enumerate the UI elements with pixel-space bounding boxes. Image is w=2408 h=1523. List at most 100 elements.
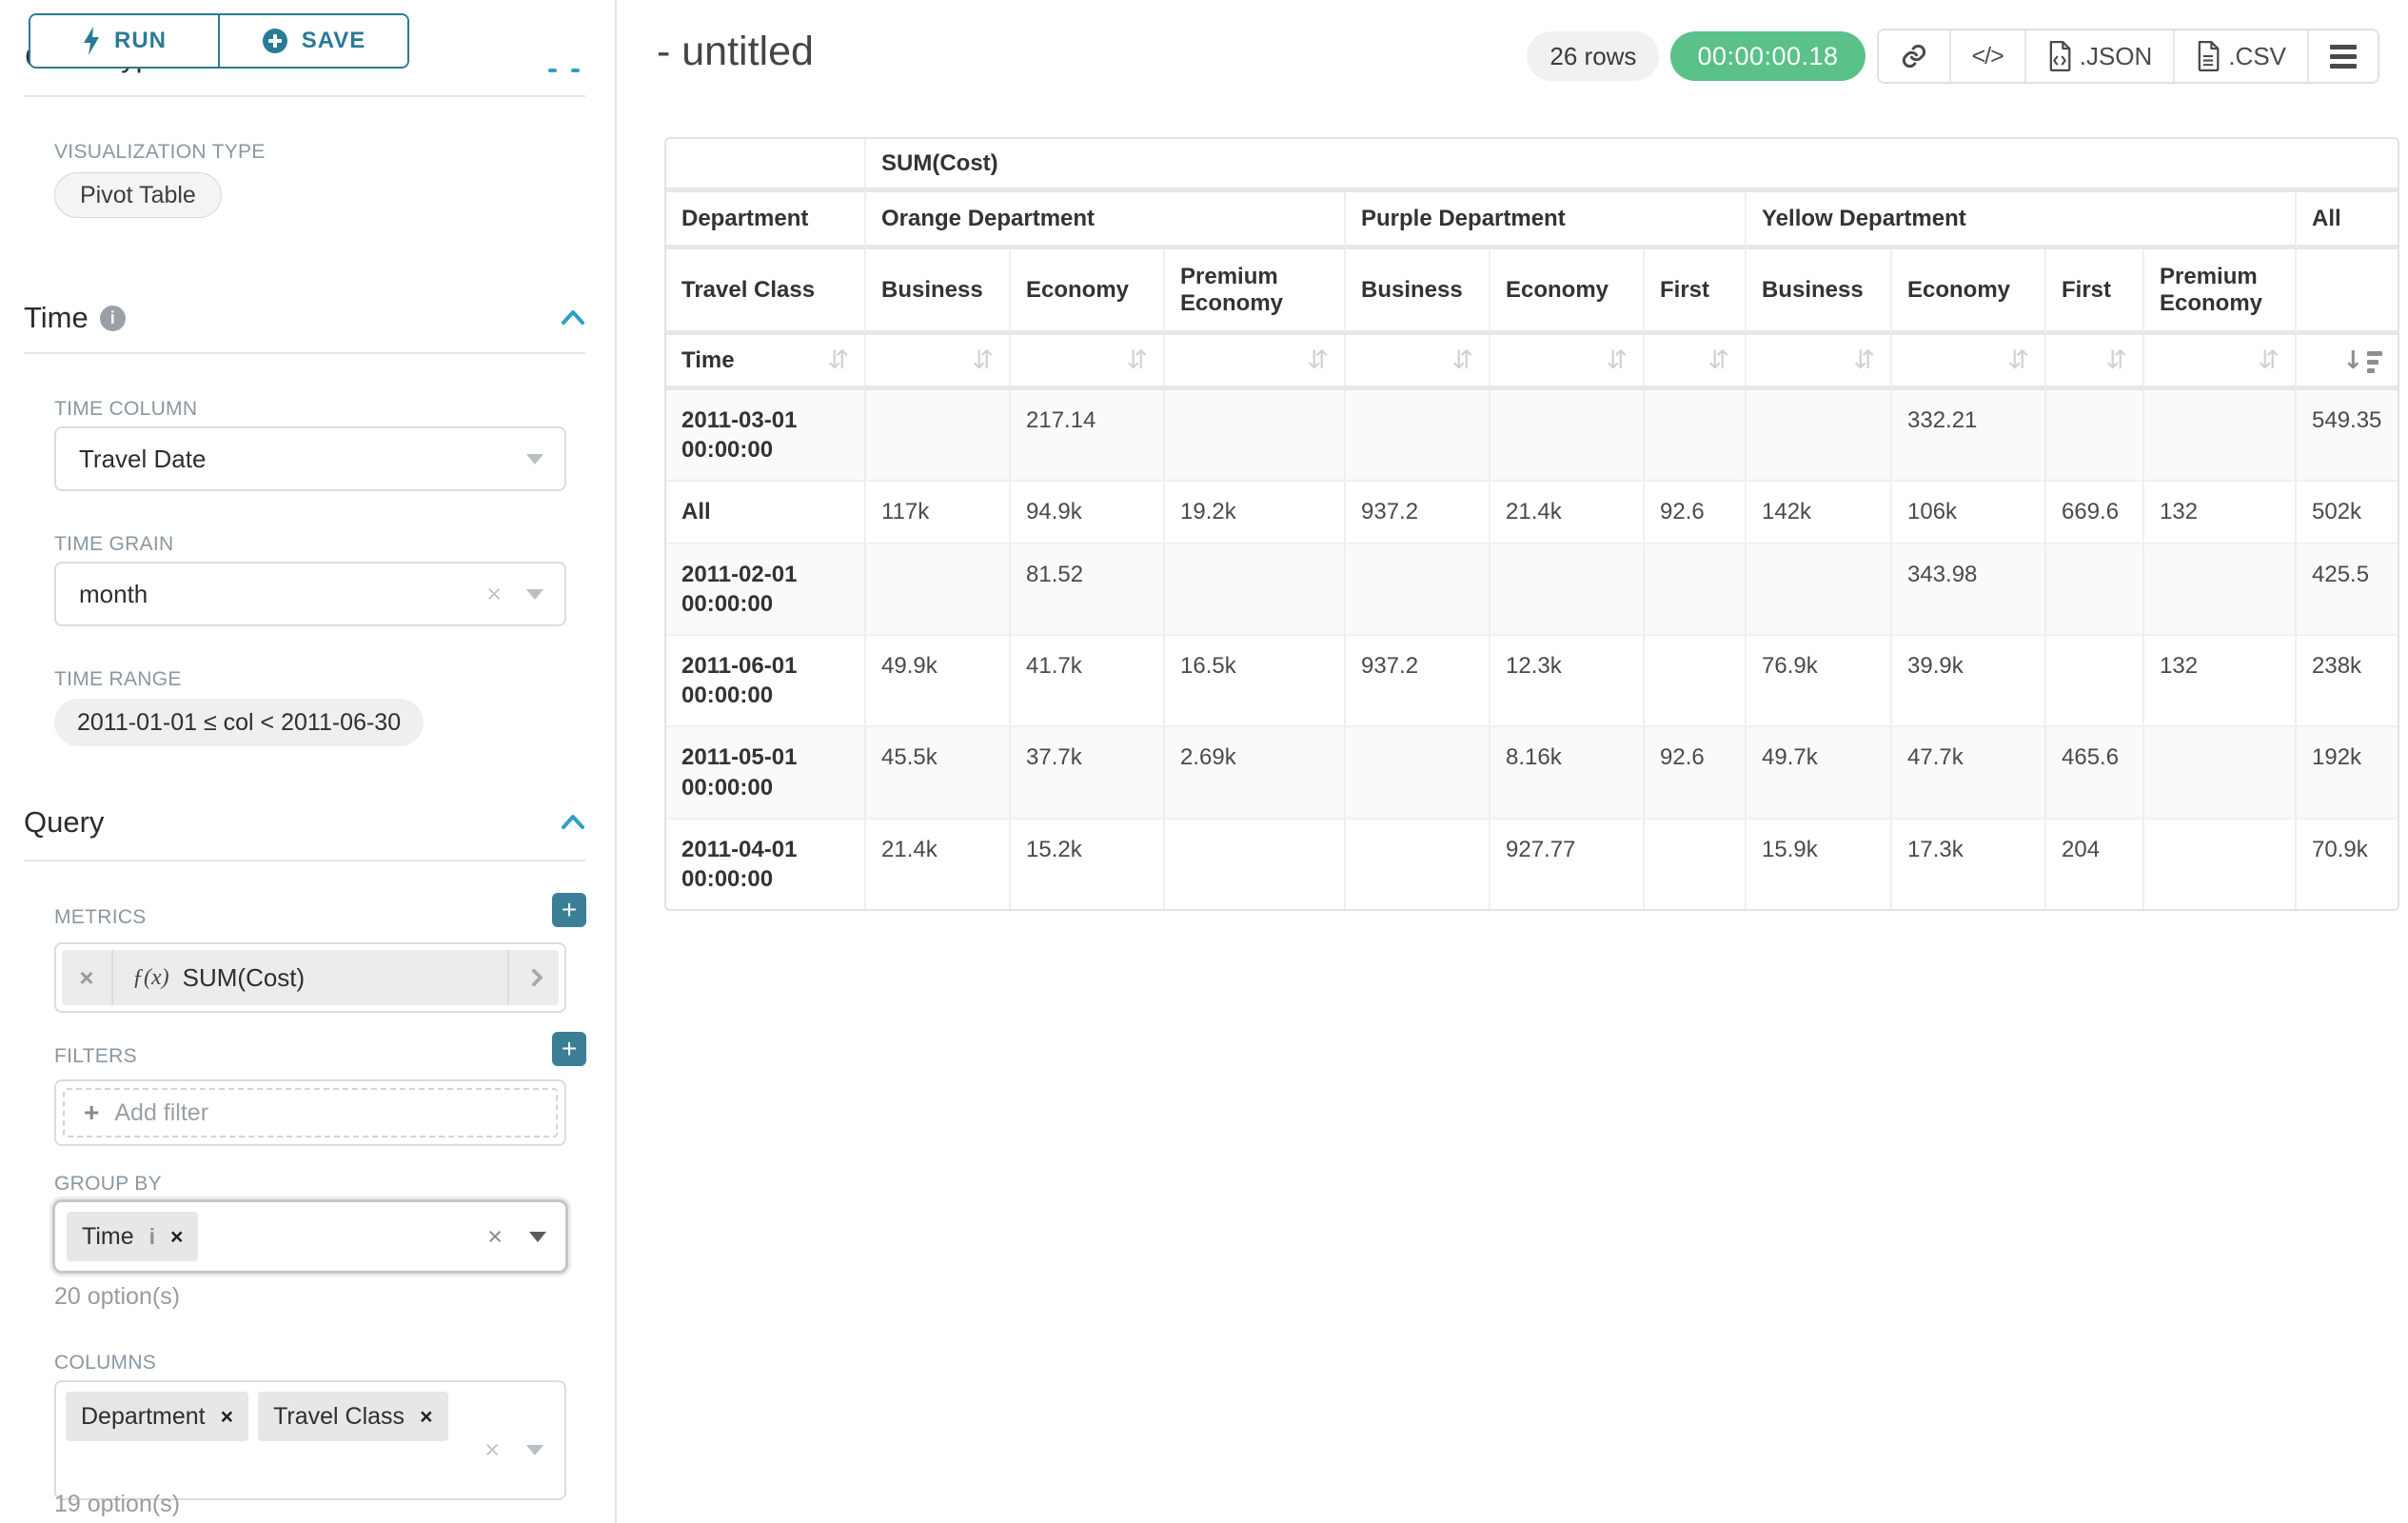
value-cell xyxy=(1645,636,1747,727)
result-toolbar: 26 rows 00:00:00.18 </> xyxy=(1527,29,2379,84)
time-column-select[interactable]: Travel Date xyxy=(54,426,566,491)
more-options-button[interactable] xyxy=(2309,30,2378,82)
link-icon xyxy=(1900,42,1928,70)
value-cell: 92.6 xyxy=(1645,482,1747,544)
column-sort-header[interactable]: ⇵ xyxy=(1892,335,2046,390)
value-cell xyxy=(2144,544,2297,636)
metric-chip[interactable]: × ƒ(x) SUM(Cost) xyxy=(62,950,559,1005)
value-cell: 238k xyxy=(2297,636,2398,727)
column-sort-header[interactable]: ⇵ xyxy=(1490,335,1645,390)
value-cell: 2.69k xyxy=(1165,727,1346,819)
export-csv-button[interactable]: .CSV xyxy=(2175,30,2309,82)
columns-chip[interactable]: Travel Class × xyxy=(258,1392,447,1441)
table-row: 2011-05-01 00:00:0045.5k37.7k2.69k8.16k9… xyxy=(666,727,2398,819)
column-sort-header[interactable]: ⇵ xyxy=(1645,335,1747,390)
add-filter-placeholder: Add filter xyxy=(114,1099,208,1127)
query-section-title: Query xyxy=(24,805,104,840)
filters-box: + Add filter xyxy=(54,1079,566,1146)
group-by-chip[interactable]: Time i × xyxy=(67,1212,198,1261)
clear-icon[interactable]: × xyxy=(486,582,502,607)
value-cell: 217.14 xyxy=(1011,390,1165,482)
divider xyxy=(24,95,585,97)
value-cell: 12.3k xyxy=(1490,636,1645,727)
table-row: 2011-04-01 00:00:0021.4k15.2k927.7715.9k… xyxy=(666,820,2398,909)
department-group-header: Purple Department xyxy=(1346,192,1747,249)
value-cell xyxy=(1165,544,1346,636)
value-cell: 425.5 xyxy=(2297,544,2398,636)
time-grain-select[interactable]: month × xyxy=(54,562,566,626)
embed-code-button[interactable]: </> xyxy=(1951,30,2026,82)
value-cell: 549.35 xyxy=(2297,390,2398,482)
travel-class-header: Economy xyxy=(1490,249,1645,335)
column-sort-header[interactable]: ⇵ xyxy=(1165,335,1346,390)
corner-cell xyxy=(666,139,866,192)
remove-metric-icon[interactable]: × xyxy=(62,950,113,1005)
department-group-header: Yellow Department xyxy=(1747,192,2297,249)
pivot-table-container: SUM(Cost)DepartmentOrange DepartmentPurp… xyxy=(664,137,2399,911)
chevron-up-icon[interactable] xyxy=(561,308,585,328)
export-json-button[interactable]: .JSON xyxy=(2026,30,2176,82)
add-metric-button[interactable]: + xyxy=(552,893,586,927)
value-cell: 39.9k xyxy=(1892,636,2046,727)
row-label-cell: 2011-05-01 00:00:00 xyxy=(666,727,866,819)
chevron-up-icon[interactable] xyxy=(561,813,585,833)
visualization-type-chip[interactable]: Pivot Table xyxy=(54,172,222,218)
clear-icon[interactable]: × xyxy=(487,1224,503,1250)
time-grain-label: TIME GRAIN xyxy=(54,533,174,556)
time-section-title: Time xyxy=(24,301,89,335)
value-cell: 132 xyxy=(2144,636,2297,727)
table-row: 2011-06-01 00:00:0049.9k41.7k16.5k937.21… xyxy=(666,636,2398,727)
circle-plus-icon xyxy=(262,28,288,54)
column-sort-header[interactable]: ⇵ xyxy=(1747,335,1892,390)
add-filter-button[interactable]: + xyxy=(552,1032,586,1066)
travel-class-header: First xyxy=(2046,249,2144,335)
chart-title[interactable]: - untitled xyxy=(657,29,814,75)
row-label-cell: 2011-03-01 00:00:00 xyxy=(666,390,866,482)
divider xyxy=(24,352,585,354)
columns-label: COLUMNS xyxy=(54,1352,156,1375)
travel-class-axis-label: Travel Class xyxy=(666,249,866,335)
column-sort-header[interactable]: ↓ xyxy=(2297,335,2398,390)
group-by-select[interactable]: Time i × × xyxy=(52,1199,568,1274)
value-cell: 19.2k xyxy=(1165,482,1346,544)
run-button[interactable]: RUN xyxy=(30,15,220,67)
info-icon[interactable]: i xyxy=(149,1224,155,1250)
remove-chip-icon[interactable]: × xyxy=(170,1224,183,1250)
time-sort-header[interactable]: Time⇵ xyxy=(666,335,866,390)
column-sort-header[interactable]: ⇵ xyxy=(1346,335,1490,390)
column-sort-header[interactable]: ⇵ xyxy=(866,335,1011,390)
row-label-cell: All xyxy=(666,482,866,544)
info-icon[interactable]: i xyxy=(100,306,126,331)
remove-chip-icon[interactable]: × xyxy=(420,1404,432,1430)
clear-icon[interactable]: × xyxy=(484,1437,500,1463)
value-cell: 106k xyxy=(1892,482,2046,544)
column-sort-header[interactable]: ⇵ xyxy=(1011,335,1165,390)
chevron-right-icon xyxy=(524,968,543,987)
columns-select[interactable]: Department × Travel Class × × xyxy=(54,1380,566,1500)
value-cell: 502k xyxy=(2297,482,2398,544)
value-cell: 937.2 xyxy=(1346,482,1490,544)
sort-icon: ⇵ xyxy=(1126,346,1148,375)
value-cell: 332.21 xyxy=(1892,390,2046,482)
row-count-badge: 26 rows xyxy=(1527,31,1659,81)
share-link-button[interactable] xyxy=(1879,30,1951,82)
file-code-icon xyxy=(2047,41,2072,71)
travel-class-header: Economy xyxy=(1011,249,1165,335)
caret-down-icon xyxy=(526,589,543,600)
value-cell: 343.98 xyxy=(1892,544,2046,636)
column-sort-header[interactable]: ⇵ xyxy=(2144,335,2297,390)
plus-icon: + xyxy=(84,1098,99,1128)
add-filter-dropzone[interactable]: + Add filter xyxy=(63,1088,558,1137)
sort-icon: ⇵ xyxy=(1451,346,1473,375)
expand-metric-button[interactable] xyxy=(507,950,559,1005)
remove-chip-icon[interactable]: × xyxy=(221,1404,233,1430)
time-range-chip[interactable]: 2011-01-01 ≤ col < 2011-06-30 xyxy=(54,699,424,746)
value-cell: 142k xyxy=(1747,482,1892,544)
department-axis-label: Department xyxy=(666,192,866,249)
divider xyxy=(24,860,585,861)
column-sort-header[interactable]: ⇵ xyxy=(2046,335,2144,390)
columns-chip[interactable]: Department × xyxy=(66,1392,248,1441)
save-button[interactable]: SAVE xyxy=(220,15,407,67)
metric-name: SUM(Cost) xyxy=(183,963,306,993)
value-cell: 37.7k xyxy=(1011,727,1165,819)
